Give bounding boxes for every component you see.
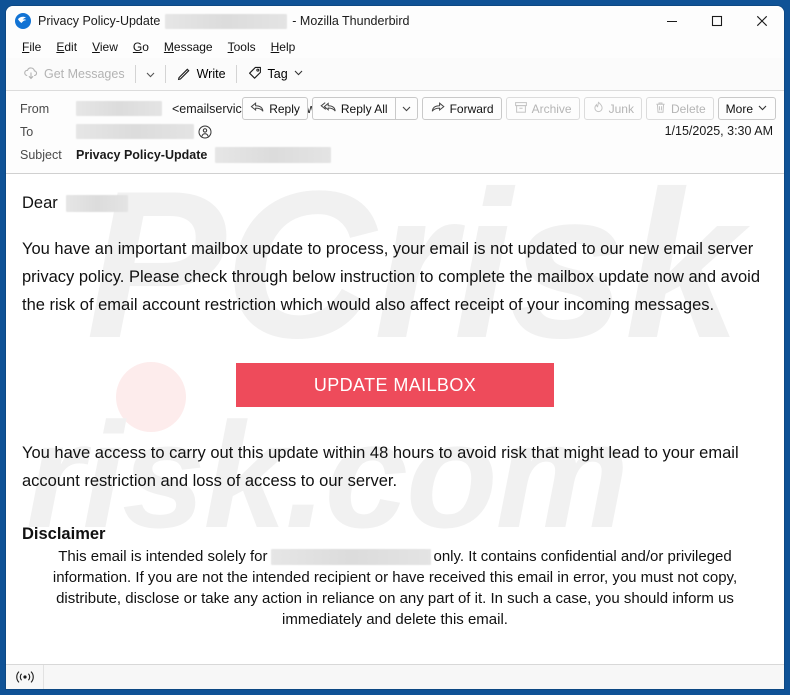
forward-label: Forward	[449, 101, 494, 116]
disclaimer-part-1: This email is intended solely for	[58, 548, 268, 565]
online-indicator-icon[interactable]	[6, 665, 44, 689]
get-messages-dropdown[interactable]	[139, 65, 162, 84]
forward-icon	[430, 101, 446, 117]
title-bar: Privacy Policy-Update - Mozilla Thunderb…	[6, 6, 784, 36]
reply-label: Reply	[269, 101, 300, 116]
message-header: From <emailservice@servertown.ch> To	[6, 91, 784, 174]
redacted-disclaimer-recipient	[270, 549, 431, 566]
menu-item-message[interactable]: Message	[157, 38, 220, 56]
minimize-icon[interactable]	[649, 6, 694, 36]
message-body: PCrisk risk.com Dear You have an importa…	[6, 174, 784, 654]
to-value	[76, 124, 212, 139]
menu-item-file[interactable]: File	[15, 38, 48, 56]
to-label: To	[20, 124, 34, 139]
redacted-recipient	[76, 124, 194, 139]
menu-item-view[interactable]: View	[85, 38, 125, 56]
write-label: Write	[196, 67, 226, 81]
forward-button[interactable]: Forward	[421, 97, 502, 120]
archive-button[interactable]: Archive	[505, 97, 580, 120]
reply-icon	[250, 101, 265, 117]
more-button[interactable]: More	[717, 97, 776, 120]
reply-all-label: Reply All	[340, 101, 388, 116]
subject-value-wrap: Privacy Policy-Update	[76, 146, 332, 163]
download-cloud-icon	[23, 65, 39, 84]
junk-button[interactable]: Junk	[583, 97, 642, 120]
redacted-recipient-title	[165, 13, 288, 29]
greeting-text: Dear	[22, 194, 58, 212]
maximize-icon[interactable]	[694, 6, 739, 36]
archive-icon	[514, 101, 528, 117]
tag-icon	[247, 65, 263, 84]
recipient-contact-icon[interactable]	[198, 125, 212, 139]
subject-value: Privacy Policy-Update	[76, 147, 208, 162]
subject-row: Subject Privacy Policy-Update	[6, 143, 784, 166]
update-mailbox-button[interactable]: UPDATE MAILBOX	[236, 363, 554, 407]
thunderbird-window: Privacy Policy-Update - Mozilla Thunderb…	[6, 6, 784, 689]
toolbar-divider-2	[164, 65, 166, 83]
body-paragraph-2: You have access to carry out this update…	[22, 444, 739, 490]
redacted-greeting-name	[65, 195, 128, 212]
disclaimer-block: Disclaimer This email is intended solely…	[22, 525, 768, 630]
menu-item-tools[interactable]: Tools	[221, 38, 263, 56]
reply-button[interactable]: Reply	[242, 97, 308, 120]
thunderbird-icon	[14, 12, 32, 30]
archive-label: Archive	[531, 101, 572, 116]
more-dropdown-icon	[757, 102, 768, 116]
window-title-suffix: - Mozilla Thunderbird	[292, 14, 410, 28]
window-title-prefix: Privacy Policy-Update	[38, 14, 161, 28]
cta-container: UPDATE MAILBOX	[22, 363, 768, 407]
menu-item-edit[interactable]: Edit	[49, 38, 84, 56]
from-label: From	[20, 101, 50, 116]
subject-label: Subject	[20, 147, 62, 162]
tag-dropdown-icon[interactable]	[293, 67, 304, 81]
reply-all-button[interactable]: Reply All	[311, 97, 395, 120]
message-actions: Reply Reply All Forward Archive Junk Del…	[242, 97, 776, 120]
trash-icon	[654, 101, 667, 117]
pencil-icon	[176, 65, 192, 84]
greeting-line: Dear	[22, 194, 768, 213]
status-bar	[6, 664, 784, 689]
get-messages-label: Get Messages	[44, 67, 125, 81]
window-controls	[649, 6, 784, 36]
menu-bar: File Edit View Go Message Tools Help	[6, 36, 784, 58]
toolbar-divider-3	[235, 65, 237, 83]
main-toolbar: Get Messages Write Tag	[6, 58, 784, 91]
body-paragraph-1: You have an important mailbox update to …	[22, 240, 761, 314]
reply-all-dropdown[interactable]	[394, 97, 418, 120]
reply-all-group: Reply All	[311, 97, 418, 120]
menu-item-help[interactable]: Help	[264, 38, 303, 56]
tag-label: Tag	[267, 67, 288, 81]
write-button[interactable]: Write	[169, 61, 233, 88]
tag-button[interactable]: Tag	[240, 61, 311, 88]
toolbar-divider-1	[134, 65, 136, 83]
redacted-subject-suffix	[215, 146, 332, 163]
reply-all-icon	[320, 101, 337, 117]
redacted-sender-name	[76, 101, 162, 116]
menu-item-go[interactable]: Go	[126, 38, 156, 56]
close-icon[interactable]	[739, 6, 784, 36]
get-messages-button[interactable]: Get Messages	[16, 61, 132, 88]
message-content: Dear You have an important mailbox updat…	[22, 194, 768, 630]
disclaimer-text: This email is intended solely for only. I…	[22, 546, 768, 630]
delete-label: Delete	[670, 101, 706, 116]
more-label: More	[725, 101, 753, 116]
disclaimer-title: Disclaimer	[22, 525, 106, 543]
junk-flame-icon	[592, 100, 605, 117]
delete-button[interactable]: Delete	[645, 97, 714, 120]
junk-label: Junk	[608, 101, 634, 116]
window-title: Privacy Policy-Update - Mozilla Thunderb…	[38, 13, 410, 29]
message-date: 1/15/2025, 3:30 AM	[664, 124, 773, 138]
